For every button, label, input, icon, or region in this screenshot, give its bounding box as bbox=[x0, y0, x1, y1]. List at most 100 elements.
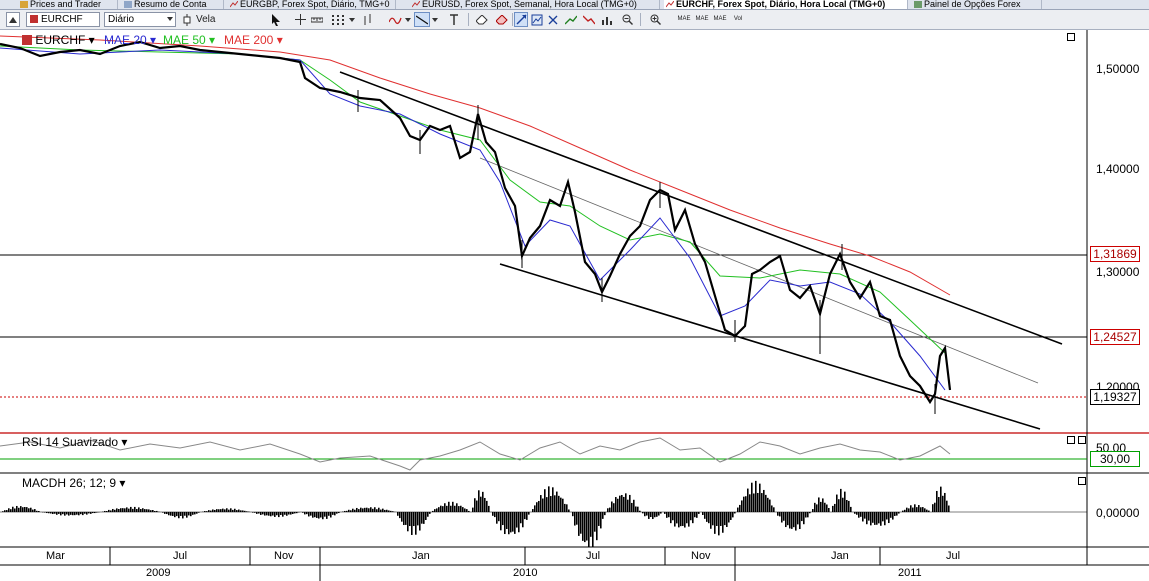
compare-tool[interactable] bbox=[546, 12, 560, 27]
trend-down-tool[interactable] bbox=[582, 12, 596, 27]
indicator-volume[interactable]: Vol bbox=[730, 12, 746, 27]
macd-bar bbox=[558, 495, 560, 512]
macd-bar bbox=[448, 501, 450, 512]
tab-eurchf[interactable]: EURCHF, Forex Spot, Diário, Hora Local (… bbox=[664, 0, 908, 9]
macd-bar bbox=[304, 512, 306, 515]
maximize-pane-button[interactable] bbox=[1067, 33, 1075, 41]
macd-bar bbox=[176, 512, 178, 517]
macd-bar bbox=[918, 505, 920, 512]
macd-bar bbox=[868, 512, 870, 521]
legend-ma20[interactable]: MAE 20 ▾ bbox=[104, 33, 156, 47]
interval-select[interactable]: Diário bbox=[104, 12, 176, 27]
macd-bar bbox=[407, 512, 409, 532]
macd-bar bbox=[785, 512, 787, 528]
macd-bar bbox=[472, 507, 474, 512]
macd-bar bbox=[588, 512, 590, 548]
macd-bar bbox=[652, 512, 654, 520]
macd-bar bbox=[122, 508, 124, 512]
text-tool[interactable] bbox=[446, 12, 462, 27]
fx-icon bbox=[22, 35, 32, 45]
grid-dropdown[interactable] bbox=[348, 12, 356, 27]
close-rsi-pane-button[interactable] bbox=[1078, 436, 1086, 444]
zoom-out-tool[interactable] bbox=[620, 12, 634, 27]
level-marker-124527[interactable]: 1,24527 bbox=[1090, 329, 1140, 345]
collapse-button[interactable] bbox=[6, 12, 20, 27]
crosshair-tool[interactable] bbox=[294, 12, 306, 27]
level-marker-131869[interactable]: 1,31869 bbox=[1090, 246, 1140, 262]
close-macd-pane-button[interactable] bbox=[1078, 477, 1086, 485]
trend-up-tool[interactable] bbox=[564, 12, 578, 27]
macd-bar bbox=[824, 502, 826, 512]
macd-bar bbox=[674, 512, 676, 527]
symbol-input[interactable]: EURCHF bbox=[26, 12, 100, 27]
macd-bar bbox=[126, 507, 128, 512]
macd-bar bbox=[498, 512, 500, 522]
tab-painel-opcoes-forex[interactable]: Painel de Opções Forex bbox=[912, 0, 1042, 9]
macd-bar bbox=[844, 491, 846, 512]
macd-bar bbox=[814, 502, 816, 512]
legend-symbol[interactable]: EURCHF ▾ bbox=[22, 33, 95, 47]
eraser-tool[interactable] bbox=[474, 12, 490, 27]
macd-bar bbox=[374, 507, 376, 512]
macd-bar bbox=[20, 506, 22, 512]
macd-bar bbox=[118, 509, 120, 512]
macd-bar bbox=[749, 494, 751, 512]
chart-style-label[interactable]: Vela bbox=[196, 12, 226, 27]
macd-bar bbox=[425, 512, 427, 520]
macd-bar bbox=[272, 512, 274, 516]
macd-bar bbox=[403, 512, 405, 526]
macd-bar bbox=[364, 507, 366, 512]
ruler-icon bbox=[311, 17, 323, 22]
fibonacci-dropdown[interactable] bbox=[404, 12, 412, 27]
autoscale-tool[interactable] bbox=[530, 12, 544, 27]
macd-bar bbox=[354, 509, 356, 512]
rsi-level-marker[interactable]: 30,00 bbox=[1090, 451, 1140, 467]
chart-style-button[interactable] bbox=[180, 12, 194, 27]
legend-ma200[interactable]: MAE 200 ▾ bbox=[224, 33, 283, 47]
ruler-tool[interactable] bbox=[310, 12, 324, 27]
macd-bar bbox=[224, 509, 226, 512]
price-chart[interactable] bbox=[0, 30, 1149, 581]
legend-ma50[interactable]: MAE 50 ▾ bbox=[163, 33, 215, 47]
tab-prices-and-trader[interactable]: Prices and Trader bbox=[18, 0, 118, 9]
macd-bar bbox=[732, 512, 734, 518]
macd-bar bbox=[70, 512, 72, 515]
macd-bar bbox=[590, 512, 592, 537]
indicator-mae-1[interactable]: MAE bbox=[676, 12, 692, 27]
trendline-dropdown[interactable] bbox=[431, 12, 439, 27]
macd-label[interactable]: MACDH 26; 12; 9 ▾ bbox=[22, 476, 125, 490]
tab-eurusd[interactable]: EURUSD, Forex Spot, Semanal, Hora Local … bbox=[410, 0, 660, 9]
chart-tab-icon bbox=[666, 1, 674, 8]
maximize-rsi-pane-button[interactable] bbox=[1067, 436, 1075, 444]
macd-bar bbox=[779, 512, 781, 517]
macd-bar bbox=[348, 509, 350, 512]
tab-eurgbp[interactable]: EURGBP, Forex Spot, Diário, TMG+0 bbox=[228, 0, 396, 9]
rsi-label[interactable]: RSI 14 Suavizado ▾ bbox=[22, 435, 127, 449]
macd-bar bbox=[602, 512, 604, 519]
delete-tool[interactable] bbox=[494, 12, 510, 27]
tab-resumo-de-conta[interactable]: Resumo de Conta bbox=[122, 0, 224, 9]
macd-bar bbox=[712, 512, 714, 526]
macd-bar bbox=[12, 506, 14, 512]
grid-tool[interactable] bbox=[330, 12, 346, 27]
time-label-month: Jan bbox=[831, 550, 849, 562]
fibonacci-tool[interactable] bbox=[388, 12, 404, 27]
trendline-tool[interactable] bbox=[414, 12, 430, 27]
macd-bar bbox=[623, 496, 625, 512]
indicator-mae-2[interactable]: MAE bbox=[694, 12, 710, 27]
macd-bar bbox=[230, 508, 232, 512]
macd-bar bbox=[524, 512, 526, 520]
macd-bar bbox=[518, 512, 520, 533]
macd-bar bbox=[522, 512, 524, 528]
macd-bar bbox=[946, 500, 948, 512]
indicator-mae-3[interactable]: MAE bbox=[712, 12, 728, 27]
zoom-in-tool[interactable] bbox=[648, 12, 662, 27]
pointer-tool[interactable] bbox=[270, 12, 282, 27]
zoom-tool[interactable] bbox=[514, 12, 528, 27]
price-tick: 1,50000 bbox=[1096, 62, 1140, 76]
macd-bar bbox=[8, 508, 10, 512]
macd-bar bbox=[434, 509, 436, 512]
bar-tool[interactable] bbox=[360, 12, 376, 27]
chart-scale-tool[interactable] bbox=[600, 12, 614, 27]
macd-bar bbox=[184, 512, 186, 516]
